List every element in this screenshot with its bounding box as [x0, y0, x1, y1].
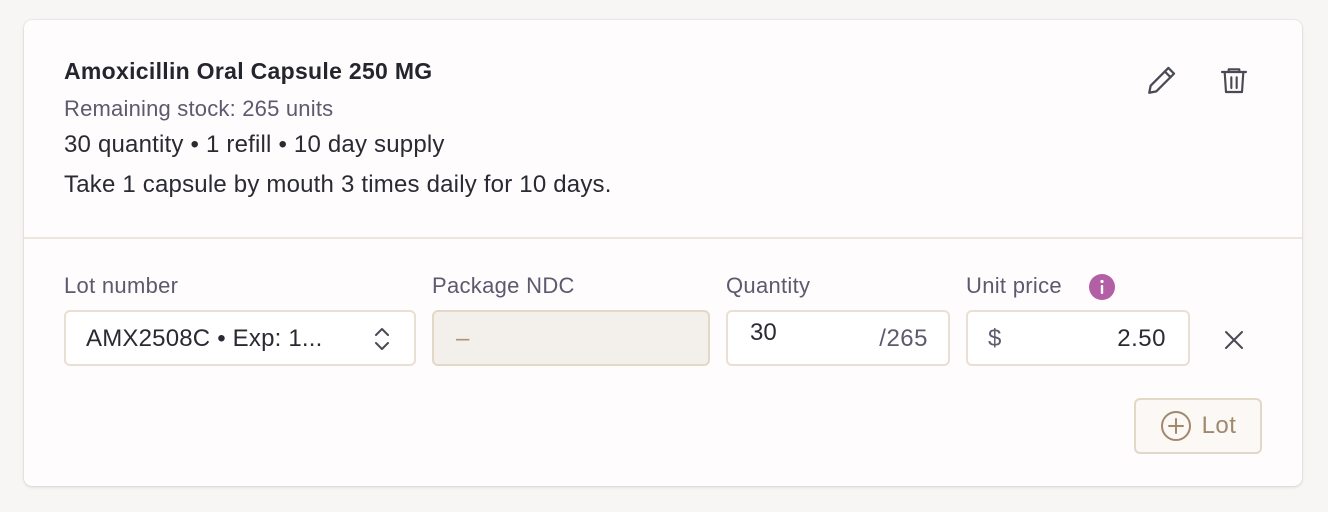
lot-number-value: AMX2508C • Exp: 1...	[86, 325, 323, 352]
chevron-up-down-icon	[375, 328, 389, 350]
package-ndc-field: –	[432, 310, 710, 366]
unit-price-input[interactable]: $ 2.50	[966, 310, 1190, 366]
package-ndc-value: –	[456, 325, 470, 352]
remove-lot-button[interactable]	[1216, 322, 1252, 358]
unit-price-label: Unit price	[966, 273, 1062, 298]
prescription-instructions: Take 1 capsule by mouth 3 times daily fo…	[64, 171, 612, 198]
medication-name: Amoxicillin Oral Capsule 250 MG	[64, 58, 433, 84]
quantity-value: 30	[750, 319, 777, 346]
prescription-summary: 30 quantity • 1 refill • 10 day supply	[64, 131, 445, 158]
medication-card: Amoxicillin Oral Capsule 250 MG Remainin…	[24, 20, 1302, 486]
edit-button[interactable]	[1142, 60, 1182, 100]
plus-circle-icon	[1160, 411, 1191, 441]
trash-icon	[1220, 68, 1248, 94]
lot-number-label: Lot number	[64, 273, 179, 298]
add-lot-label: Lot	[1201, 412, 1237, 439]
info-icon[interactable]	[1088, 273, 1116, 301]
quantity-label: Quantity	[726, 273, 811, 298]
add-lot-button[interactable]: Lot	[1134, 398, 1262, 454]
delete-button[interactable]	[1214, 60, 1254, 100]
unit-price-value: 2.50	[1117, 325, 1166, 352]
quantity-max: /265	[879, 325, 928, 352]
quantity-input[interactable]: 30 /265	[726, 310, 950, 366]
close-icon	[1225, 331, 1243, 349]
remaining-stock: Remaining stock: 265 units	[64, 96, 334, 121]
pencil-icon	[1148, 66, 1176, 94]
package-ndc-label: Package NDC	[432, 273, 575, 298]
currency-symbol: $	[988, 325, 1002, 352]
info-badge-icon	[1089, 274, 1115, 300]
medication-header: Amoxicillin Oral Capsule 250 MG Remainin…	[24, 20, 1302, 239]
lot-number-select[interactable]: AMX2508C • Exp: 1...	[64, 310, 416, 366]
